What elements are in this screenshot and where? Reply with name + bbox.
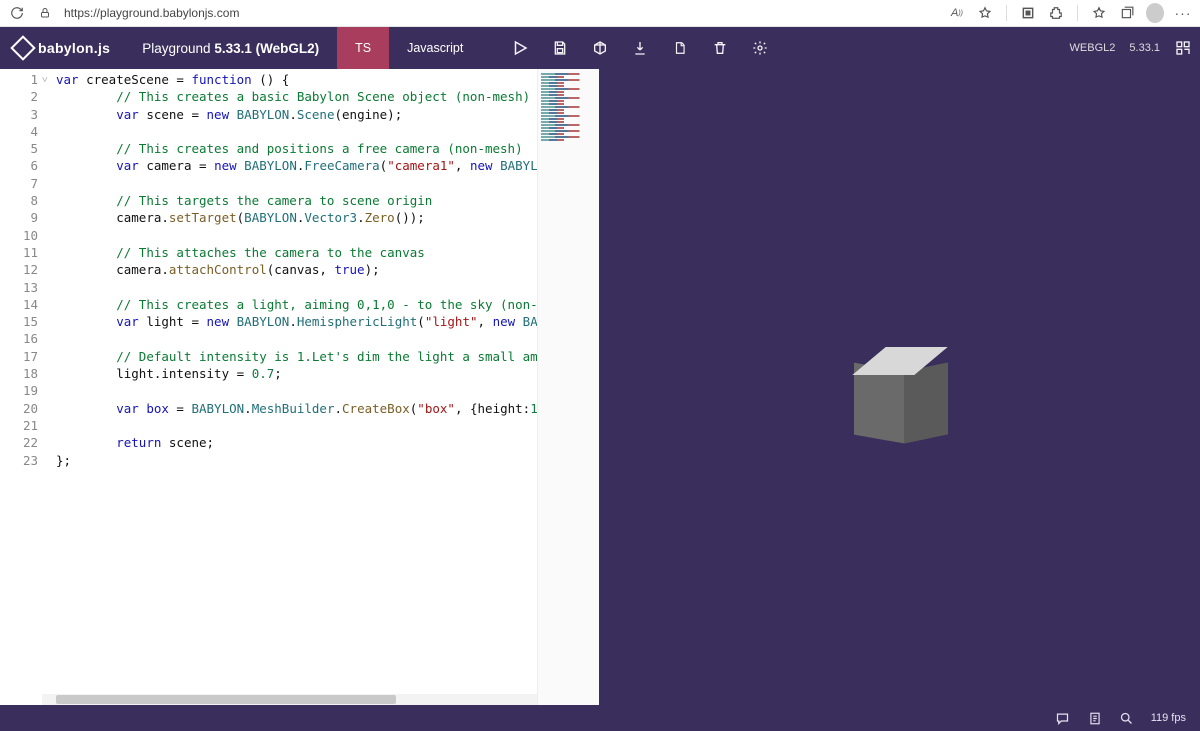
refresh-icon[interactable] xyxy=(8,4,26,22)
profile-icon[interactable] xyxy=(1146,4,1164,22)
engine-label[interactable]: WEBGL2 xyxy=(1070,42,1116,54)
line-gutter: 1234567891011121314151617181920212223 xyxy=(0,69,42,705)
collections-icon[interactable] xyxy=(1118,4,1136,22)
playground-title: Playground 5.33.1 (WebGL2) xyxy=(124,41,337,56)
code-area[interactable]: var createScene = function () { // This … xyxy=(56,69,537,705)
header-toolbar xyxy=(481,39,769,57)
logo[interactable]: babylon.js xyxy=(0,27,124,69)
more-icon[interactable]: ··· xyxy=(1174,4,1192,22)
qr-icon[interactable] xyxy=(1174,39,1192,57)
new-icon[interactable] xyxy=(671,39,689,57)
header-right: WEBGL2 5.33.1 xyxy=(1070,39,1200,57)
tab-typescript[interactable]: TS xyxy=(337,27,389,69)
settings-icon[interactable] xyxy=(751,39,769,57)
favorites-bar-icon[interactable] xyxy=(1090,4,1108,22)
chat-icon[interactable] xyxy=(1055,710,1071,726)
brand-text: babylon.js xyxy=(38,40,110,56)
lock-icon xyxy=(36,4,54,22)
scrollbar-thumb[interactable] xyxy=(56,695,396,704)
render-canvas[interactable] xyxy=(599,69,1200,705)
main-split: 1234567891011121314151617181920212223 ˅ … xyxy=(0,69,1200,705)
rendered-cube xyxy=(865,347,955,447)
browser-chrome: https://playground.babylonjs.com A)) ··· xyxy=(0,0,1200,27)
app-header: babylon.js Playground 5.33.1 (WebGL2) TS… xyxy=(0,27,1200,69)
run-icon[interactable] xyxy=(511,39,529,57)
tab-javascript[interactable]: Javascript xyxy=(389,27,481,69)
download-icon[interactable] xyxy=(631,39,649,57)
logo-icon xyxy=(10,35,35,60)
search-icon[interactable] xyxy=(1119,710,1135,726)
horizontal-scrollbar[interactable] xyxy=(42,694,537,705)
docs-icon[interactable] xyxy=(1087,710,1103,726)
extensions-icon[interactable] xyxy=(1047,4,1065,22)
read-aloud-icon[interactable]: A)) xyxy=(948,4,966,22)
fold-gutter[interactable]: ˅ xyxy=(42,69,56,705)
stop-icon[interactable] xyxy=(1019,4,1037,22)
version-label[interactable]: 5.33.1 xyxy=(1129,42,1160,54)
clear-icon[interactable] xyxy=(711,39,729,57)
url-bar[interactable]: https://playground.babylonjs.com xyxy=(64,6,938,20)
status-bar: 119 fps xyxy=(0,705,1200,731)
minimap[interactable] xyxy=(537,69,599,705)
code-editor[interactable]: 1234567891011121314151617181920212223 ˅ … xyxy=(0,69,599,705)
save-icon[interactable] xyxy=(551,39,569,57)
fps-label: 119 fps xyxy=(1151,712,1186,724)
inspector-icon[interactable] xyxy=(591,39,609,57)
favorite-icon[interactable] xyxy=(976,4,994,22)
